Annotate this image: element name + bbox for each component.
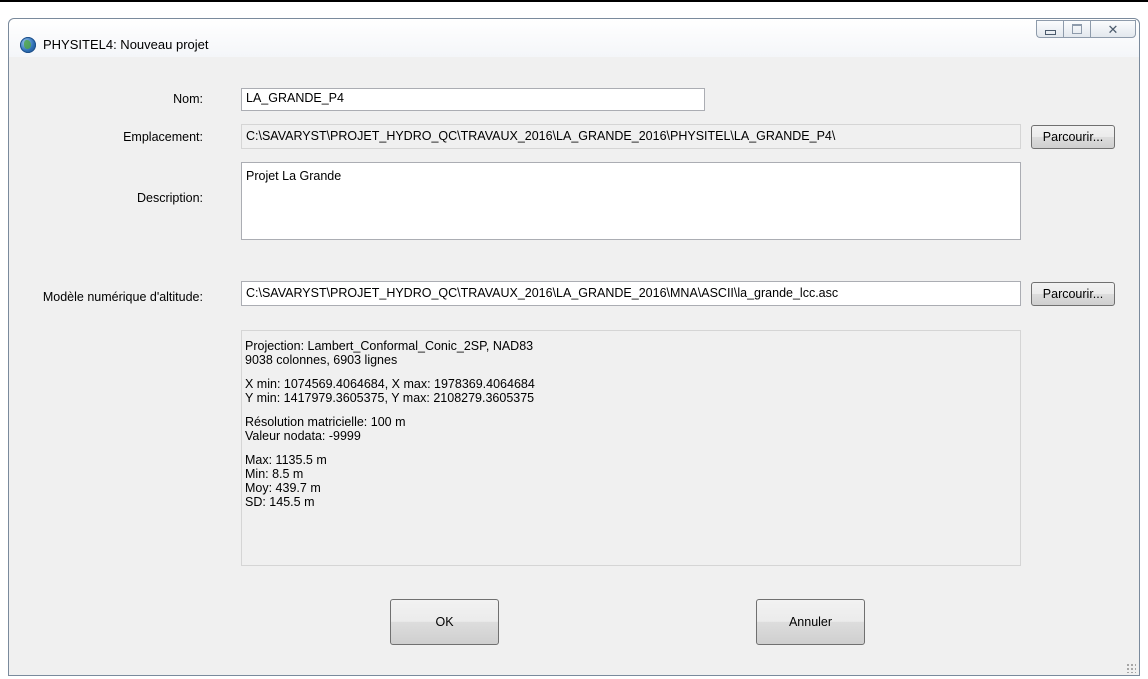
info-sd: SD: 145.5 m <box>245 495 315 509</box>
nom-label: Nom: <box>173 92 203 106</box>
info-mean: Moy: 439.7 m <box>245 481 321 495</box>
mna-browse-button[interactable]: Parcourir... <box>1031 282 1115 306</box>
close-button[interactable]: ✕ <box>1090 20 1136 38</box>
window-title: PHYSITEL4: Nouveau projet <box>43 37 209 52</box>
emplacement-field[interactable]: C:\SAVARYST\PROJET_HYDRO_QC\TRAVAUX_2016… <box>241 124 1021 149</box>
globe-icon <box>20 37 36 53</box>
info-projection: Projection: Lambert_Conformal_Conic_2SP,… <box>245 339 534 353</box>
info-max: Max: 1135.5 m <box>245 453 327 467</box>
info-resolution: Résolution matricielle: 100 m <box>245 415 406 429</box>
maximize-button[interactable] <box>1063 20 1090 38</box>
mna-info-panel: Projection: Lambert_Conformal_Conic_2SP,… <box>241 330 1021 566</box>
info-nodata: Valeur nodata: -9999 <box>245 429 361 443</box>
top-border-line <box>0 0 1148 2</box>
emplacement-browse-button[interactable]: Parcourir... <box>1031 125 1115 149</box>
minimize-button[interactable] <box>1036 20 1063 38</box>
info-x-range: X min: 1074569.4064684, X max: 1978369.4… <box>245 377 535 391</box>
window-controls: ✕ <box>1036 20 1136 38</box>
cancel-button[interactable]: Annuler <box>756 599 865 645</box>
close-icon: ✕ <box>1107 21 1119 37</box>
info-dimensions: 9038 colonnes, 6903 lignes <box>245 353 398 367</box>
maximize-icon <box>1072 24 1082 34</box>
mna-input[interactable]: C:\SAVARYST\PROJET_HYDRO_QC\TRAVAUX_2016… <box>241 281 1021 306</box>
info-min: Min: 8.5 m <box>245 467 304 481</box>
description-label: Description: <box>137 191 203 205</box>
nom-input[interactable]: LA_GRANDE_P4 <box>241 88 705 111</box>
description-textarea[interactable]: Projet La Grande <box>241 162 1021 240</box>
ok-button[interactable]: OK <box>390 599 499 645</box>
minimize-icon <box>1044 29 1056 35</box>
info-y-range: Y min: 1417979.3605375, Y max: 2108279.3… <box>245 391 535 405</box>
title-bar: PHYSITEL4: Nouveau projet ✕ <box>9 19 1139 57</box>
resize-grip[interactable] <box>1126 663 1136 673</box>
mna-label: Modèle numérique d'altitude: <box>42 290 203 304</box>
emplacement-label: Emplacement: <box>123 130 203 144</box>
